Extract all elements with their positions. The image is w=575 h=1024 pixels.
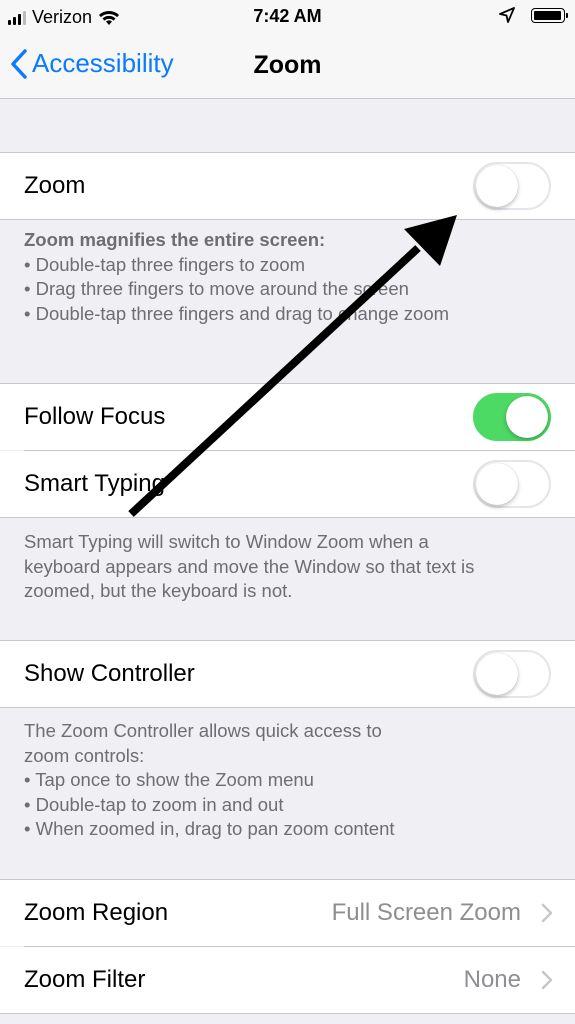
smart-typing-footer: Smart Typing will switch to Window Zoom … — [24, 530, 554, 604]
zoom-footer: Zoom magnifies the entire screen: • Doub… — [24, 228, 554, 326]
battery-icon — [531, 7, 568, 23]
zoom-region-label: Zoom Region — [24, 899, 169, 926]
smart-typing-footer-line: keyboard appears and move the Window so … — [24, 555, 475, 577]
group-bottom-separator — [0, 1013, 575, 1014]
controller-footer-line: zoom controls: — [24, 744, 145, 766]
zoom-label: Zoom — [24, 172, 86, 199]
zoom-footer-line: Zoom magnifies the entire screen: — [24, 229, 326, 250]
zoom-footer-line: • Double-tap three fingers to zoom — [24, 253, 306, 275]
zoom-filter-row[interactable]: Zoom Filter None — [0, 947, 575, 1013]
smart-typing-row[interactable]: Smart Typing — [0, 451, 575, 517]
controller-footer-line: • Double-tap to zoom in and out — [24, 793, 284, 815]
show-controller-toggle[interactable] — [473, 650, 551, 698]
chevron-right-icon — [541, 970, 553, 990]
status-bar: Verizon 7:42 AM — [0, 0, 575, 34]
zoom-row[interactable]: Zoom — [0, 153, 575, 219]
zoom-toggle[interactable] — [473, 162, 551, 210]
controller-footer-line: • When zoomed in, drag to pan zoom conte… — [24, 818, 395, 839]
group-bottom-separator — [0, 707, 575, 708]
chevron-right-icon — [541, 903, 553, 923]
follow-focus-label: Follow Focus — [24, 403, 166, 430]
follow-focus-toggle[interactable] — [473, 393, 551, 441]
smart-typing-footer-line: zoomed, but the keyboard is not. — [24, 580, 293, 601]
smart-typing-toggle[interactable] — [473, 460, 551, 508]
toggle-knob — [476, 653, 518, 695]
show-controller-label: Show Controller — [24, 660, 195, 687]
show-controller-row[interactable]: Show Controller — [0, 641, 575, 707]
follow-focus-row[interactable]: Follow Focus — [0, 384, 575, 450]
location-arrow-icon — [499, 7, 515, 23]
controller-footer-line: The Zoom Controller allows quick access … — [24, 720, 382, 741]
zoom-region-row[interactable]: Zoom Region Full Screen Zoom — [0, 880, 575, 946]
group-bottom-separator — [0, 517, 575, 518]
toggle-knob — [506, 396, 548, 438]
controller-footer-line: • Tap once to show the Zoom menu — [24, 769, 314, 790]
status-right — [499, 7, 568, 23]
zoom-footer-line: • Double-tap three fingers and drag to c… — [24, 302, 450, 324]
zoom-filter-value: None — [463, 966, 521, 993]
group-bottom-separator — [0, 219, 575, 220]
toggle-knob — [476, 463, 518, 505]
zoom-filter-label: Zoom Filter — [24, 966, 146, 993]
smart-typing-footer-line: Smart Typing will switch to Window Zoom … — [24, 531, 429, 552]
status-time: 7:42 AM — [253, 6, 322, 26]
toggle-knob — [476, 165, 518, 207]
navigation-bar: Accessibility Zoom — [0, 34, 575, 99]
smart-typing-label: Smart Typing — [24, 470, 165, 497]
zoom-region-value: Full Screen Zoom — [331, 899, 521, 926]
page-title: Zoom — [253, 51, 322, 79]
zoom-footer-line: • Drag three fingers to move around the … — [24, 278, 409, 299]
controller-footer: The Zoom Controller allows quick access … — [24, 719, 554, 842]
